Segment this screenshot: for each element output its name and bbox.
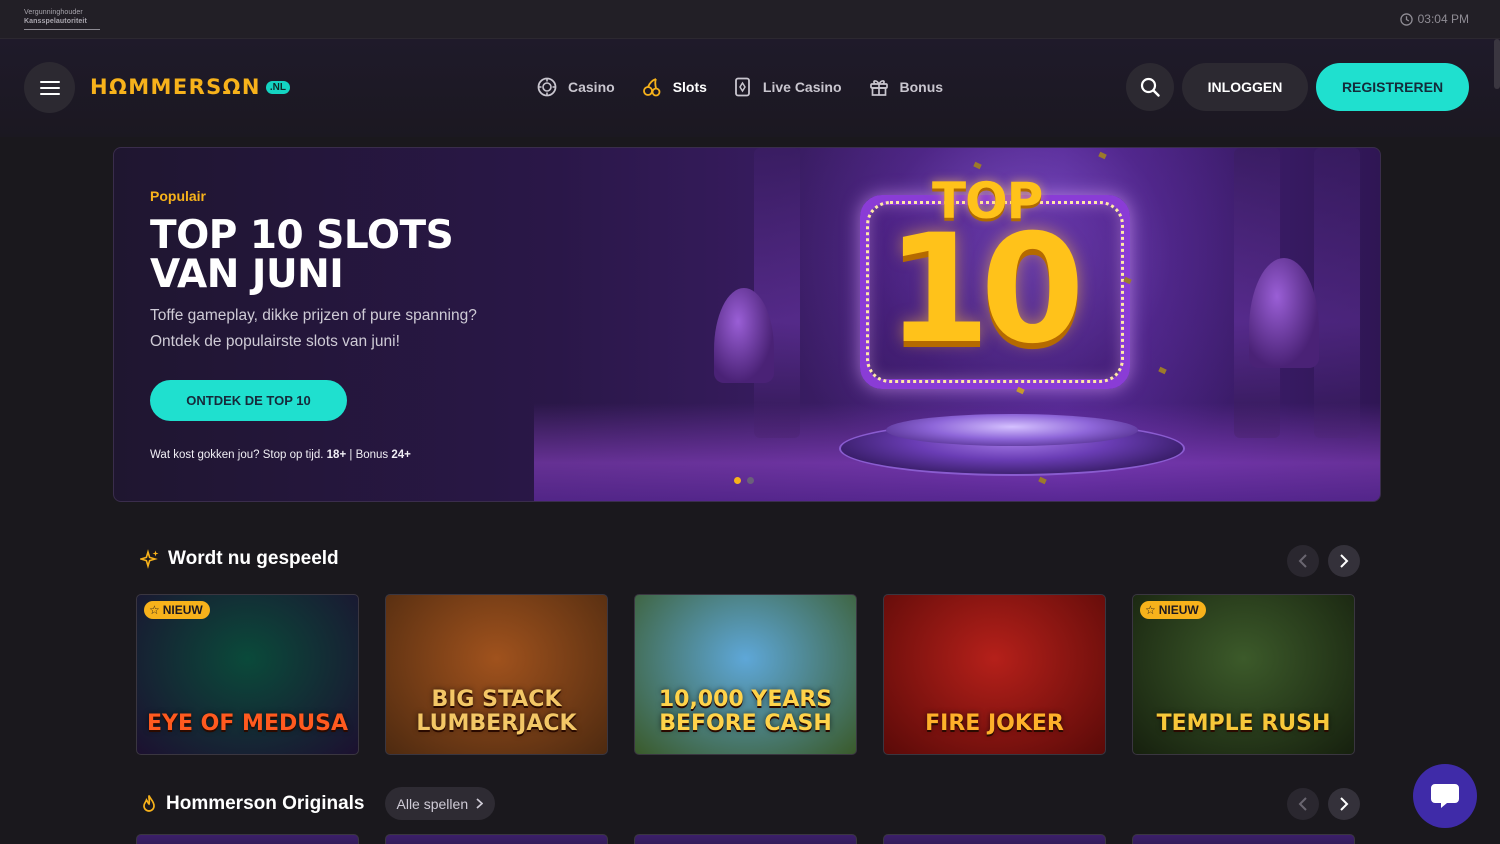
games-row: ☆ NIEUW EYE OF MEDUSA BIG STACK LUMBERJAC… <box>136 594 1355 755</box>
game-title: BIG STACK LUMBERJACK <box>416 687 577 736</box>
star-icon: ☆ <box>149 603 160 617</box>
badge-label: NIEUW <box>1158 603 1199 617</box>
register-button[interactable]: REGISTREREN <box>1316 63 1469 111</box>
section-originals-arrows <box>1287 788 1360 820</box>
ksa-line1: Vergunninghouder <box>24 9 83 16</box>
disclaimer-age: 18+ <box>326 449 347 461</box>
chevron-left-icon <box>1298 797 1307 811</box>
hero-disclaimer: Wat kost gokken jou? Stop op tijd. 18+ |… <box>150 449 411 461</box>
flame-icon <box>143 794 155 812</box>
hamburger-icon <box>39 80 60 95</box>
nav-live-casino[interactable]: Live Casino <box>734 76 842 98</box>
game-card[interactable] <box>136 834 359 844</box>
disclaimer-bonus: Bonus <box>355 449 389 461</box>
search-button[interactable] <box>1126 63 1174 111</box>
game-card[interactable]: FIRE JOKER <box>883 594 1106 755</box>
pagination-dot[interactable] <box>747 477 754 484</box>
hero-pillar <box>754 148 800 438</box>
chevron-right-icon <box>1340 797 1349 811</box>
game-card[interactable]: ☆ NIEUW EYE OF MEDUSA <box>136 594 359 755</box>
nav-live-casino-label: Live Casino <box>762 79 842 95</box>
chat-button[interactable] <box>1413 764 1477 828</box>
ksa-line2: Kansspelautoriteit <box>24 18 87 25</box>
game-card[interactable] <box>634 834 857 844</box>
hero-pagination <box>734 477 754 484</box>
chevron-right-icon <box>476 798 484 809</box>
all-games-button[interactable]: Alle spellen <box>384 787 496 820</box>
game-title: EYE OF MEDUSA <box>147 711 348 736</box>
site-header: HΩMMERSΩN .NL Casino Slots Live Casino B… <box>0 39 1500 137</box>
next-button[interactable] <box>1328 545 1360 577</box>
disclaimer-sep: | <box>349 449 353 461</box>
search-icon <box>1140 77 1160 97</box>
hero-cta-button[interactable]: ONTDEK DE TOP 10 <box>150 380 347 421</box>
section-originals-title: Hommerson Originals <box>166 792 365 814</box>
hero-desc-line2: Ontdek de populairste slots van juni! <box>150 333 400 350</box>
clock-time: 03:04 PM <box>1417 12 1469 26</box>
section-playing-title: Wordt nu gespeeld <box>168 548 339 569</box>
clock-icon <box>1399 12 1413 26</box>
disclaimer-bonus-age: 24+ <box>391 449 411 461</box>
game-card[interactable]: ☆ NIEUW TEMPLE RUSH <box>1132 594 1355 755</box>
game-card[interactable]: BIG STACK LUMBERJACK <box>385 594 608 755</box>
nav-casino[interactable]: Casino <box>537 76 615 98</box>
logo-nl-badge: .NL <box>265 80 290 94</box>
new-badge: ☆ NIEUW <box>1140 601 1206 619</box>
hero-title-line2: VAN JUNI <box>150 252 344 297</box>
playing-card-icon <box>735 77 750 97</box>
disclaimer-text: Wat kost gokken jou? Stop op tijd. <box>150 449 324 461</box>
all-games-label: Alle spellen <box>396 795 469 812</box>
badge-label: NIEUW <box>162 603 203 617</box>
nav-slots[interactable]: Slots <box>642 76 707 98</box>
logo-text: HΩMMERSΩN <box>90 75 261 99</box>
hero-title: TOP 10 SLOTS VAN JUNI <box>150 216 570 294</box>
nav-bonus[interactable]: Bonus <box>869 76 944 98</box>
chat-bubble-icon <box>1431 784 1459 808</box>
cherries-icon <box>642 78 661 97</box>
game-card[interactable]: 10,000 YEARS BEFORE CASH <box>634 594 857 755</box>
hero-desc-line1: Toffe gameplay, dikke prijzen of pure sp… <box>150 307 477 324</box>
hero-title-line1: TOP 10 SLOTS <box>150 213 454 258</box>
game-card[interactable] <box>883 834 1106 844</box>
chevron-left-icon <box>1298 554 1307 568</box>
nav-slots-label: Slots <box>672 79 707 95</box>
main-nav: Casino Slots Live Casino Bonus <box>537 76 970 98</box>
page-scrollbar[interactable] <box>1494 39 1500 89</box>
game-card[interactable] <box>1132 834 1355 844</box>
hero-eyebrow: Populair <box>150 188 207 204</box>
site-logo[interactable]: HΩMMERSΩN .NL <box>90 75 290 99</box>
originals-row <box>136 834 1355 844</box>
nav-bonus-label: Bonus <box>899 79 944 95</box>
hero-banner[interactable]: TOP 10 Populair TOP 10 SLOTS VAN JUNI To… <box>113 147 1381 502</box>
nav-casino-label: Casino <box>568 79 615 95</box>
ksa-logo[interactable]: Vergunninghouder Kansspelautoriteit <box>24 8 100 30</box>
chevron-right-icon <box>1340 554 1349 568</box>
prev-button[interactable] <box>1287 545 1319 577</box>
section-originals-header: Hommerson Originals Alle spellen <box>140 787 496 820</box>
menu-button[interactable] <box>24 62 75 113</box>
game-title: 10,000 YEARS BEFORE CASH <box>658 687 833 736</box>
game-title: FIRE JOKER <box>925 711 1064 736</box>
game-title: TEMPLE RUSH <box>1156 711 1331 736</box>
new-badge: ☆ NIEUW <box>144 601 210 619</box>
regulator-bar: Vergunninghouder Kansspelautoriteit 03:0… <box>0 0 1500 39</box>
star-icon: ☆ <box>1145 603 1156 617</box>
hero-image-ten-text: 10 <box>886 203 1085 377</box>
gift-icon <box>869 80 888 96</box>
next-button[interactable] <box>1328 788 1360 820</box>
sparkles-icon <box>140 549 159 569</box>
hero-podium-top <box>886 414 1138 446</box>
game-card[interactable] <box>385 834 608 844</box>
section-playing-arrows <box>1287 545 1360 577</box>
hero-description: Toffe gameplay, dikke prijzen of pure sp… <box>150 303 530 355</box>
login-button[interactable]: INLOGGEN <box>1182 63 1308 111</box>
casino-chip-icon <box>537 77 557 97</box>
prev-button[interactable] <box>1287 788 1319 820</box>
hero-pillar <box>1314 148 1360 438</box>
pagination-dot-active[interactable] <box>734 477 741 484</box>
section-playing-header: Wordt nu gespeeld <box>140 548 339 570</box>
clock: 03:04 PM <box>1399 12 1469 26</box>
